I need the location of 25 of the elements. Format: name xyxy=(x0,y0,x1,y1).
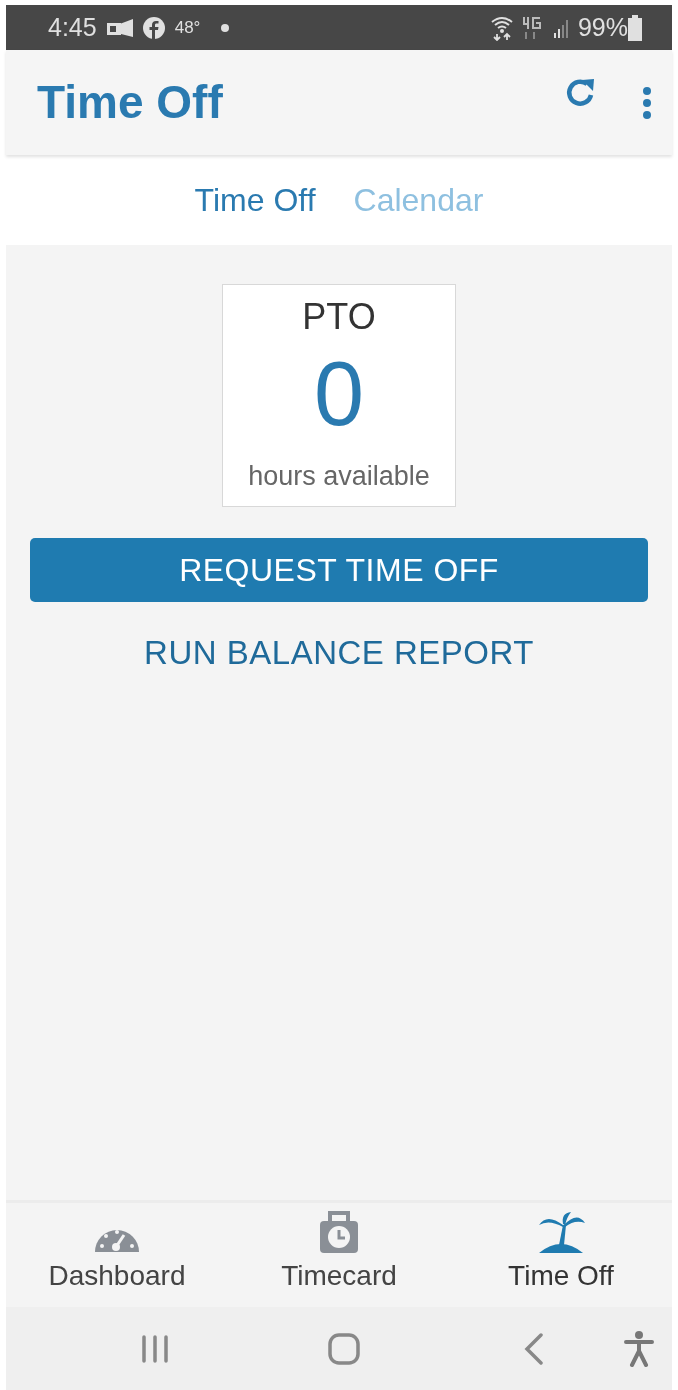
battery-text: 99% xyxy=(577,11,628,43)
refresh-icon[interactable] xyxy=(565,76,597,109)
balance-caption: hours available xyxy=(248,460,430,493)
nav-tab[interactable]: Timecard xyxy=(228,1203,450,1307)
nav-tab[interactable]: Dashboard xyxy=(6,1203,228,1307)
temperature-text: 48° xyxy=(174,16,201,39)
balance-title: PTO xyxy=(302,295,376,339)
facebook-icon xyxy=(142,16,165,39)
timer-icon xyxy=(320,1211,358,1253)
nav-tab[interactable]: Time Off xyxy=(450,1203,672,1307)
tab[interactable]: Time Off xyxy=(194,176,316,224)
battery-icon xyxy=(628,14,642,41)
recent-apps-icon[interactable] xyxy=(140,1334,170,1363)
balance-value: 0 xyxy=(313,344,365,444)
wifi-icon xyxy=(489,14,514,41)
back-icon[interactable] xyxy=(524,1332,544,1365)
screen-title: Time Off xyxy=(37,75,224,130)
more-options-icon[interactable] xyxy=(642,85,652,120)
notification-dot-icon xyxy=(220,22,231,33)
run-balance-report-button[interactable]: RUN BALANCE REPORT xyxy=(136,620,542,685)
accessibility-icon[interactable] xyxy=(624,1330,654,1367)
palm-tree-icon xyxy=(537,1211,585,1253)
home-icon[interactable] xyxy=(328,1332,360,1365)
request-time-off-button[interactable]: REQUEST TIME OFF xyxy=(30,538,648,602)
status-time: 4:45 xyxy=(48,11,97,43)
